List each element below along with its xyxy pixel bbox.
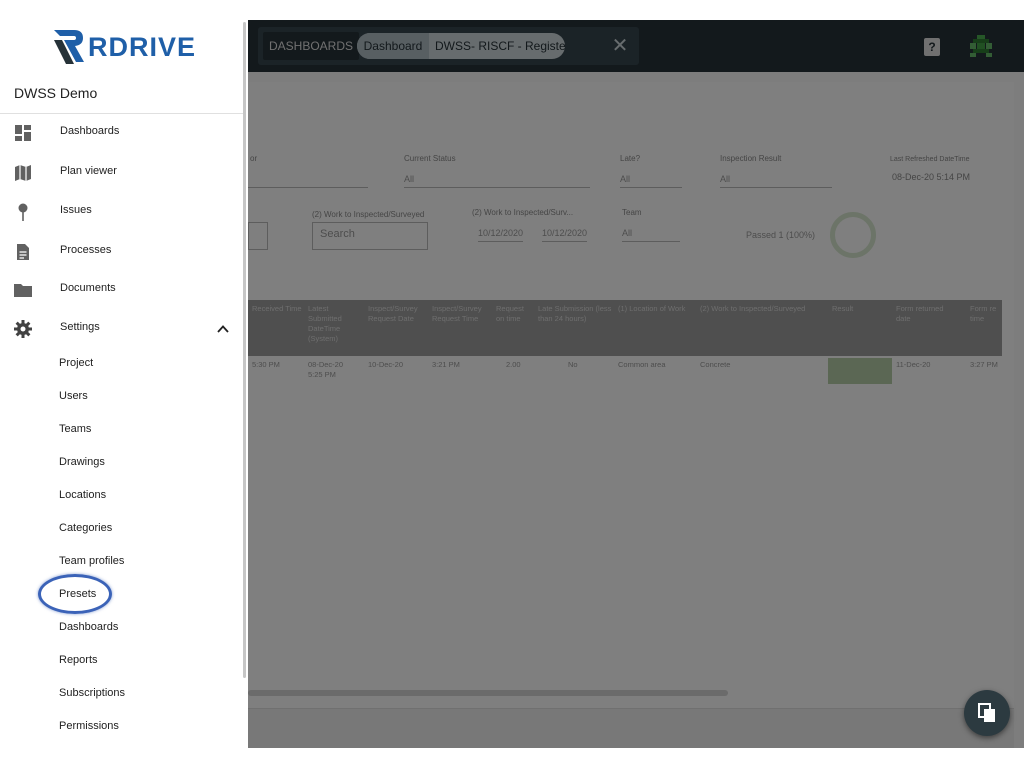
settings-item-subscriptions[interactable]: Subscriptions — [0, 679, 243, 709]
settings-item-label: Drawings — [59, 456, 105, 468]
map-icon — [15, 165, 31, 181]
nav-item-issues[interactable]: Issues — [0, 193, 243, 229]
nav-item-label: Settings — [60, 321, 100, 333]
copy-button[interactable] — [964, 690, 1010, 736]
logo-text: RDRIVE — [88, 32, 197, 62]
settings-item-label: Categories — [59, 522, 113, 534]
settings-item-project[interactable]: Project — [0, 349, 243, 379]
drawer-backdrop[interactable] — [248, 20, 1024, 748]
copy-icon — [978, 703, 995, 722]
settings-item-permissions[interactable]: Permissions — [0, 712, 243, 742]
nav-item-label: Plan viewer — [60, 165, 117, 177]
settings-item-label: Reports — [59, 654, 98, 666]
settings-item-users[interactable]: Users — [0, 382, 243, 412]
folder-icon — [14, 284, 32, 297]
settings-item-drawings[interactable]: Drawings — [0, 448, 243, 478]
nav-item-label: Dashboards — [60, 125, 120, 137]
settings-item-dashboards[interactable]: Dashboards — [0, 613, 243, 643]
gear-icon — [14, 320, 32, 338]
nav-item-label: Processes — [60, 244, 112, 256]
navigation-drawer: RDRIVE DWSS Demo Dashboards Plan viewer — [0, 0, 248, 748]
settings-item-label: Dashboards — [59, 621, 119, 633]
document-icon — [17, 244, 29, 260]
dashboard-icon — [15, 125, 31, 141]
settings-item-label: Permissions — [59, 720, 119, 732]
nav-item-documents[interactable]: Documents — [0, 271, 243, 307]
settings-item-label: Team profiles — [59, 555, 125, 567]
settings-item-reports[interactable]: Reports — [0, 646, 243, 676]
settings-item-presets[interactable]: Presets — [0, 580, 243, 610]
drawer-scrollbar[interactable] — [243, 22, 246, 678]
app-root: DASHBOARDS Dashboard DWSS- RISCF - Regis… — [0, 0, 1024, 768]
nav-item-label: Documents — [60, 282, 116, 294]
nav-item-label: Issues — [60, 204, 92, 216]
nav-item-dashboards[interactable]: Dashboards — [0, 114, 243, 150]
project-name[interactable]: DWSS Demo — [14, 85, 97, 101]
nav-item-plan-viewer[interactable]: Plan viewer — [0, 154, 243, 190]
settings-item-teams[interactable]: Teams — [0, 415, 243, 445]
settings-item-locations[interactable]: Locations — [0, 481, 243, 511]
settings-item-label: Teams — [59, 423, 92, 435]
pin-icon — [18, 203, 28, 221]
settings-item-label: Subscriptions — [59, 687, 126, 699]
settings-item-label: Users — [59, 390, 88, 402]
settings-item-label: Project — [59, 357, 94, 369]
logo-mark-icon — [54, 30, 84, 64]
settings-item-categories[interactable]: Categories — [0, 514, 243, 544]
settings-item-label: Locations — [59, 489, 107, 501]
presets-highlight-annotation — [38, 574, 112, 614]
nav-item-processes[interactable]: Processes — [0, 233, 243, 269]
nav-item-settings[interactable]: Settings — [0, 310, 243, 346]
chevron-up-icon[interactable] — [216, 322, 230, 336]
settings-item-team-profiles[interactable]: Team profiles — [0, 547, 243, 577]
